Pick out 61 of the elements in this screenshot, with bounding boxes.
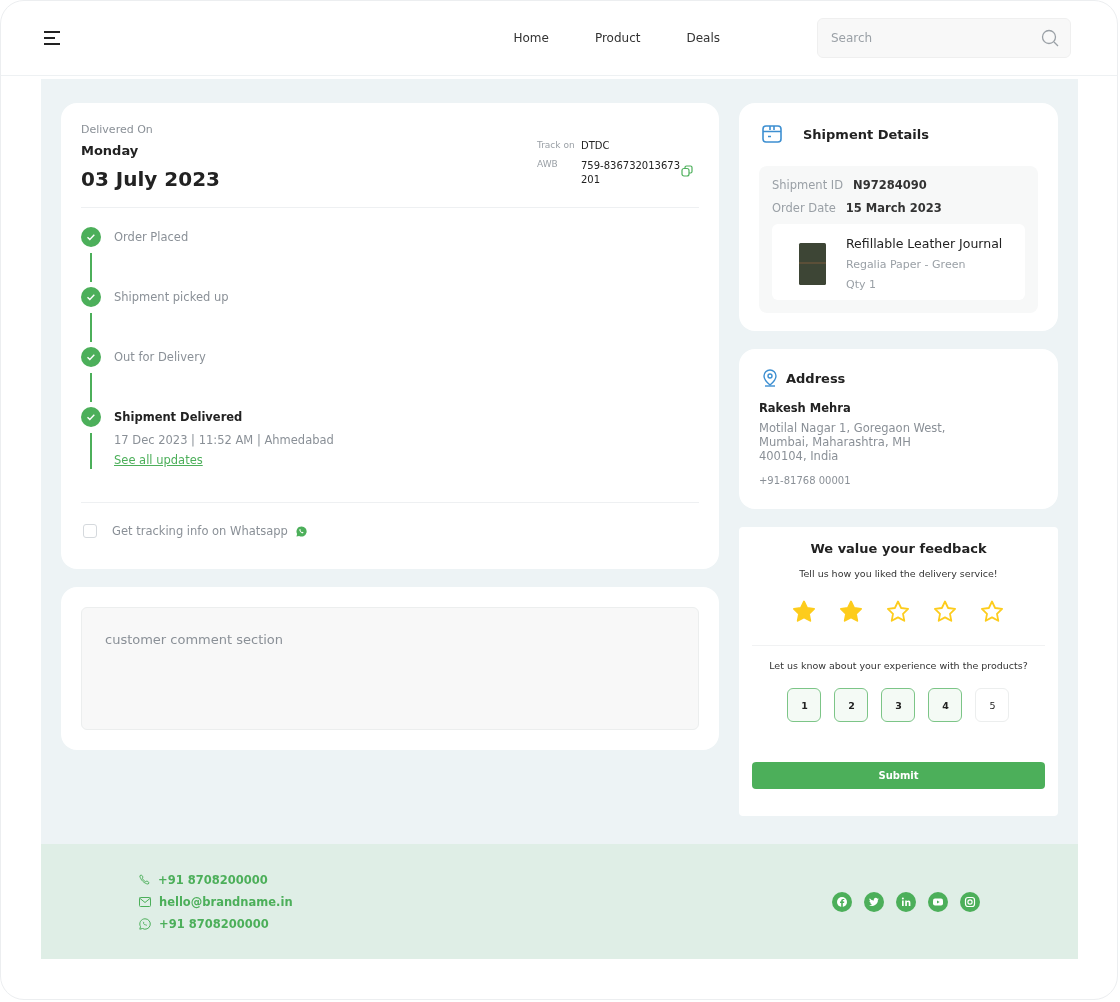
product-quantity: Qty 1 bbox=[846, 278, 877, 291]
step-label: Order Placed bbox=[114, 229, 189, 246]
address-line: Mumbai, Maharashtra, MH bbox=[759, 435, 912, 450]
delivery-day: Monday bbox=[81, 143, 220, 158]
track-label: Track on bbox=[537, 140, 576, 150]
address-title: Address bbox=[786, 370, 846, 386]
feedback-title: We value your feedback bbox=[810, 541, 987, 556]
rating-button[interactable]: 5 bbox=[975, 688, 1010, 722]
awb-number: 759-836732013673201 bbox=[581, 159, 681, 186]
feedback-prompt: Tell us how you liked the delivery service! bbox=[799, 568, 998, 579]
nav-link[interactable]: Home bbox=[490, 31, 572, 45]
nav-link[interactable]: Product bbox=[571, 31, 664, 45]
nav-link[interactable]: Deals bbox=[663, 31, 743, 45]
menu-icon[interactable] bbox=[43, 31, 61, 45]
step-detail: 17 Dec 2023 | 11:52 AM | Ahmedabad bbox=[114, 433, 334, 447]
address-line: Motilal Nagar 1, Goregaon West, bbox=[759, 422, 947, 436]
field-value: N97284090 bbox=[853, 178, 927, 192]
whatsapp-label: Get tracking info on Whatsapp bbox=[112, 524, 288, 538]
whatsapp-icon bbox=[139, 917, 151, 930]
mail-icon bbox=[139, 896, 151, 907]
instagram-icon[interactable] bbox=[960, 891, 980, 912]
search-field[interactable]: Search bbox=[817, 18, 1071, 58]
filled-star-icon[interactable] bbox=[839, 600, 864, 623]
twitter-icon[interactable] bbox=[864, 891, 884, 912]
field-label: Shipment ID bbox=[772, 178, 844, 192]
phone-number: +91-81768 00001 bbox=[759, 475, 852, 487]
recipient-name: Rakesh Mehra bbox=[759, 401, 852, 415]
youtube-icon[interactable] bbox=[928, 891, 948, 912]
address-line: 400104, India bbox=[759, 449, 840, 464]
facebook-icon[interactable] bbox=[832, 891, 852, 912]
whatsapp-icon bbox=[295, 525, 307, 537]
empty-star-icon[interactable] bbox=[933, 600, 958, 623]
products-question: Let us know about your experience with the products? bbox=[769, 660, 1028, 671]
search-icon[interactable] bbox=[1041, 29, 1059, 47]
shipment-title: Shipment Details bbox=[803, 126, 929, 142]
rating-button[interactable]: 2 bbox=[834, 688, 869, 722]
filled-star-icon[interactable] bbox=[792, 600, 817, 623]
step-label: Shipment picked up bbox=[114, 289, 229, 306]
rating-button[interactable]: 3 bbox=[881, 688, 916, 722]
empty-star-icon[interactable] bbox=[980, 600, 1005, 623]
step-label: Shipment Delivered bbox=[114, 409, 244, 426]
delivered-label: Delivered On bbox=[81, 123, 154, 136]
carrier-name: DTDC bbox=[581, 140, 611, 151]
product-name: Refillable Leather Journal bbox=[846, 236, 1003, 251]
field-value: 15 March 2023 bbox=[845, 201, 942, 215]
journal-drawing bbox=[798, 242, 826, 285]
delivery-date: 03 July 2023 bbox=[81, 167, 220, 191]
location-pin-icon bbox=[762, 369, 778, 387]
rating-button[interactable]: 4 bbox=[928, 688, 963, 722]
awb-label: AWB bbox=[537, 159, 559, 169]
phone-icon bbox=[139, 874, 150, 885]
field-label: Order Date bbox=[772, 201, 836, 215]
empty-star-icon[interactable] bbox=[886, 600, 911, 623]
product-variant: Regalia Paper - Green bbox=[846, 258, 967, 271]
package-icon bbox=[762, 125, 782, 143]
copy-icon[interactable] bbox=[681, 165, 693, 177]
rating-button[interactable]: 1 bbox=[787, 688, 822, 722]
comment-field[interactable]: customer comment section bbox=[81, 607, 699, 730]
linkedin-icon[interactable] bbox=[896, 891, 916, 912]
step-label: Out for Delivery bbox=[114, 349, 206, 366]
checkbox[interactable] bbox=[83, 524, 97, 538]
